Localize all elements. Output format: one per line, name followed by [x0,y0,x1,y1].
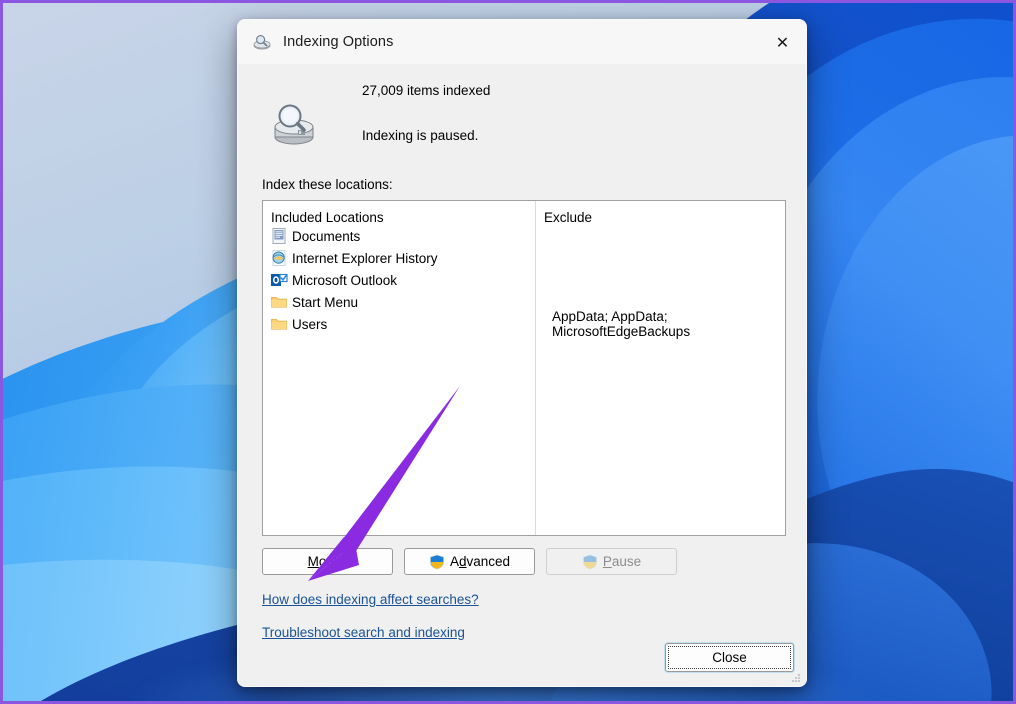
exclude-cell-empty [536,225,785,247]
dialog-title: Indexing Options [283,34,393,50]
folder-icon [270,315,288,333]
dialog-titlebar: Indexing Options ✕ [238,20,806,65]
column-header-included: Included Locations [263,201,535,225]
location-name: Internet Explorer History [292,251,438,266]
close-button-label: Close [712,650,747,665]
close-icon[interactable]: ✕ [759,20,806,65]
disk-search-icon [268,97,320,149]
locations-listbox[interactable]: Included Locations [262,200,786,536]
status-text-group: 27,009 items indexed Indexing is paused. [362,75,490,149]
exclude-cell: AppData; AppData; MicrosoftEdgeBackups [536,313,785,335]
indexing-options-dialog: Indexing Options ✕ [237,19,807,687]
table-row[interactable]: Users [263,313,535,335]
wallpaper-shape-right-4 [805,125,1016,642]
close-glyph: ✕ [776,33,789,53]
pause-label: Pause [603,554,641,569]
location-name: Microsoft Outlook [292,273,397,288]
location-name: Start Menu [292,295,358,310]
pause-button[interactable]: Pause [546,548,677,575]
outlook-icon [270,271,288,289]
resize-grip-icon[interactable] [790,671,802,683]
advanced-label-pre: A [450,554,459,569]
table-row[interactable]: Start Menu [263,291,535,313]
action-button-row: Modify [262,548,794,575]
exclude-cell-empty [536,247,785,269]
column-header-exclude: Exclude [536,201,785,225]
exclude-column: Exclude AppData; AppData; MicrosoftEdgeB… [536,201,785,335]
modify-accel: M [308,554,319,569]
desktop-wallpaper: Indexing Options ✕ [0,0,1016,704]
location-name: Documents [292,229,360,244]
items-indexed-text: 27,009 items indexed [362,83,490,98]
table-row[interactable]: Documents [263,225,535,247]
document-icon [270,227,288,245]
internet-explorer-icon [270,249,288,267]
included-locations-column: Included Locations [263,201,535,335]
exclude-value: AppData; AppData; MicrosoftEdgeBackups [543,309,785,339]
dialog-body: 27,009 items indexed Indexing is paused.… [238,65,806,642]
shield-icon [429,554,445,570]
shield-icon [582,554,598,570]
dialog-footer: Close [665,643,794,672]
indexing-options-icon [252,32,272,52]
table-row[interactable]: Microsoft Outlook [263,269,535,291]
pause-label-rest: ause [612,554,641,569]
advanced-button[interactable]: Advanced [404,548,535,575]
indexing-state-text: Indexing is paused. [362,128,490,143]
pause-accel: P [603,554,612,569]
modify-button[interactable]: Modify [262,548,393,575]
status-section: 27,009 items indexed Indexing is paused. [250,65,794,155]
index-locations-label: Index these locations: [262,177,794,192]
help-links: How does indexing affect searches? Troub… [262,591,794,642]
exclude-cell-empty [536,269,785,291]
table-row[interactable]: Internet Explorer History [263,247,535,269]
link-troubleshoot-search-indexing[interactable]: Troubleshoot search and indexing [262,625,465,640]
folder-icon [270,293,288,311]
advanced-label-rest: vanced [466,554,510,569]
location-name: Users [292,317,327,332]
modify-label: Modify [308,554,348,569]
modify-label-rest: odify [319,554,348,569]
close-button[interactable]: Close [665,643,794,672]
advanced-label: Advanced [450,554,510,569]
link-indexing-affect-searches[interactable]: How does indexing affect searches? [262,592,479,607]
